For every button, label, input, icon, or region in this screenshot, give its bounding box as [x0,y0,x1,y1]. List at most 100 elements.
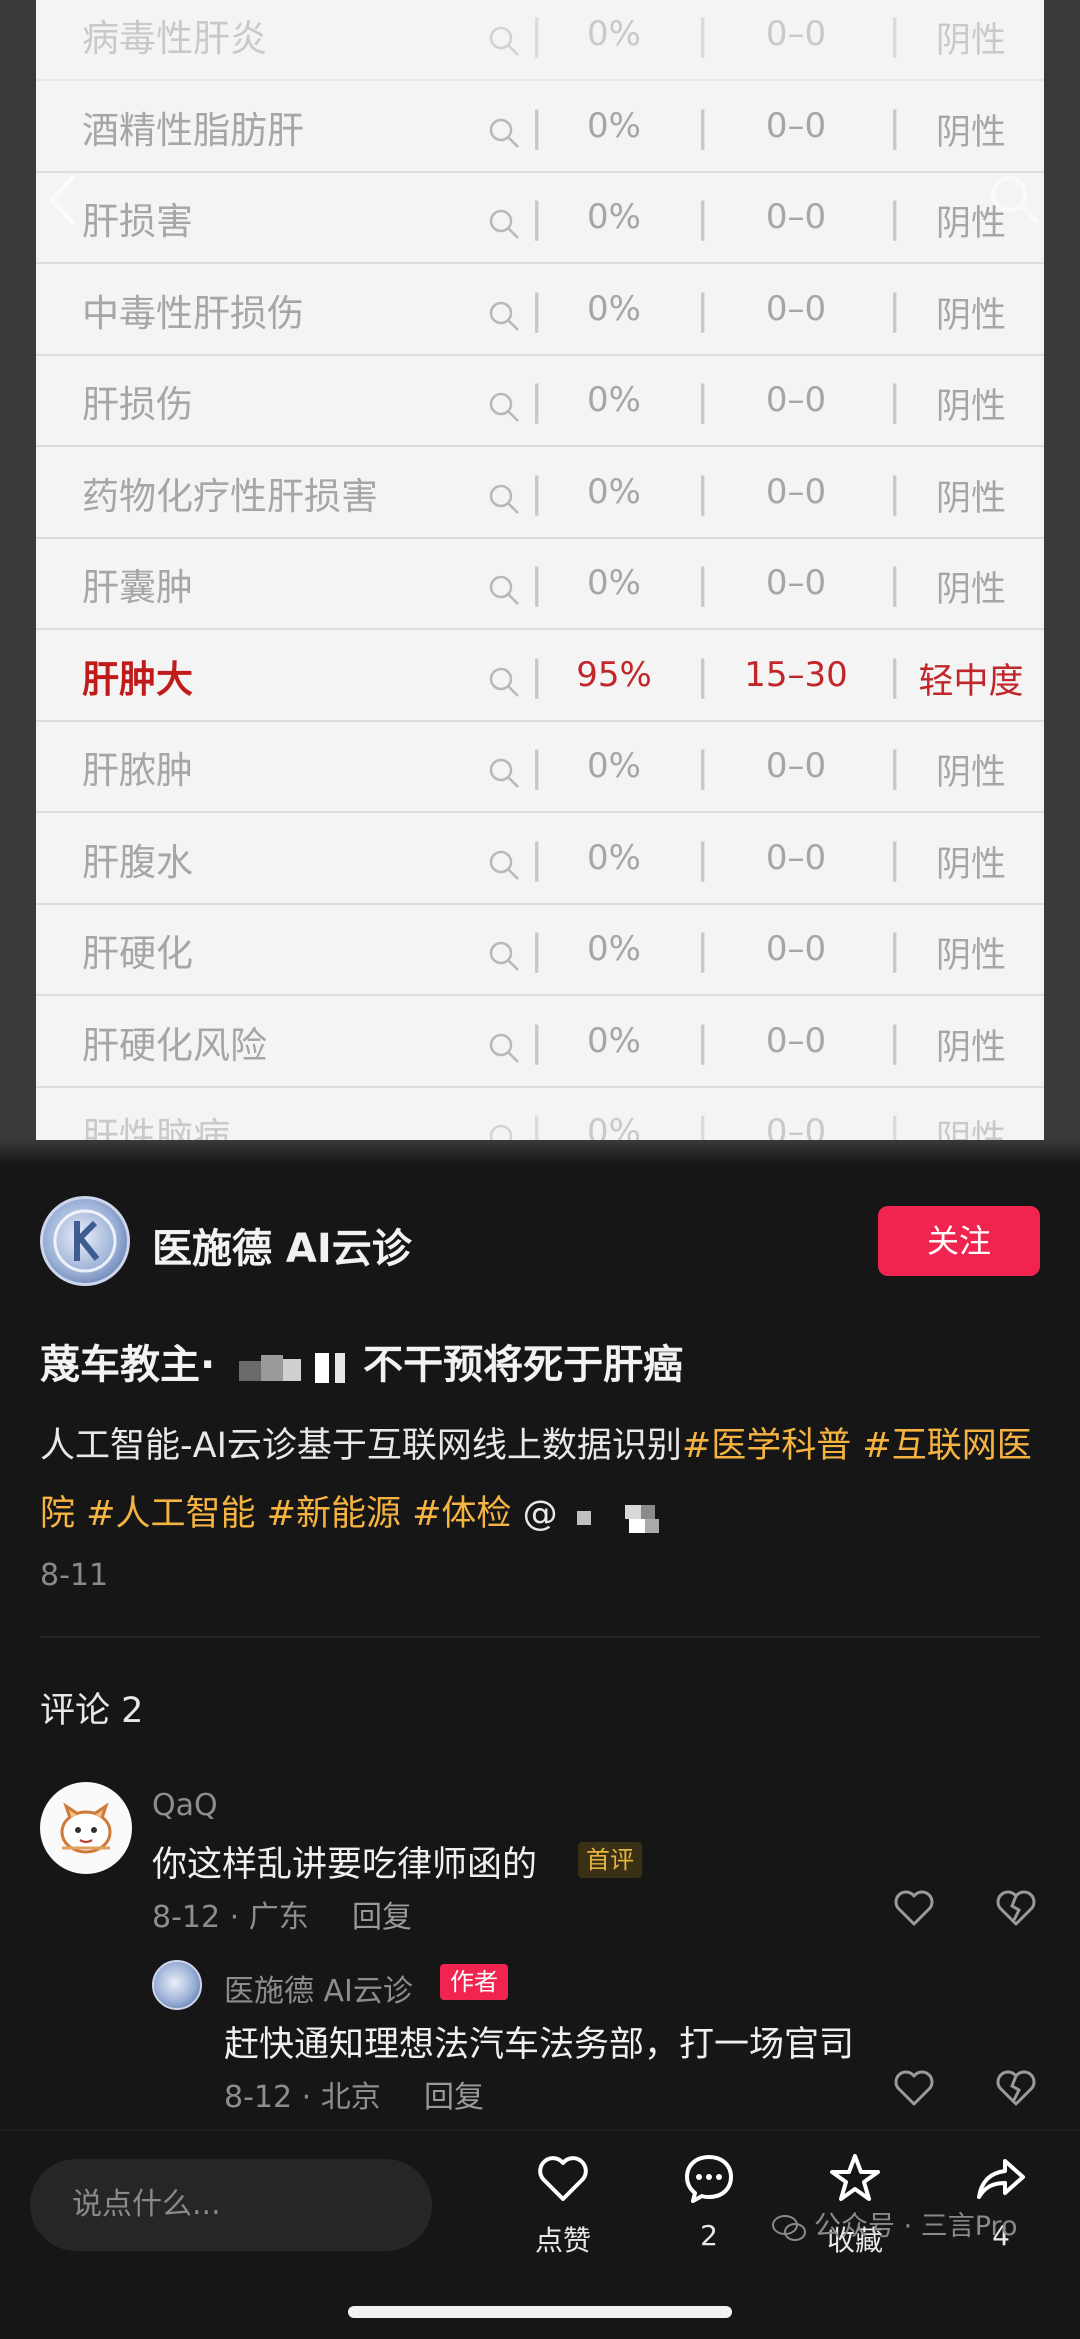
condition-name: 肝硬化风险 [82,1023,267,1067]
screening-row: 肝硬化 | 0% | 0–0 | 阴性 [36,905,1044,996]
range-value: 0–0 [765,105,827,146]
post-title-prefix: 蔑车教主· [40,1342,216,1388]
condition-name: 药物化疗性肝损害 [82,474,378,518]
condition-name: 病毒性肝炎 [82,17,267,60]
column-separator: | [888,927,902,973]
commenter-avatar[interactable] [40,1782,132,1874]
reply-button[interactable]: 回复 [352,1892,412,1936]
search-icon[interactable] [486,572,522,608]
probability-value: 0% [587,563,641,603]
column-separator: | [888,561,902,607]
column-separator: | [696,378,710,424]
condition-name: 肝硬化 [82,932,193,975]
screening-row: 肝囊肿 | 0% | 0–0 | 阴性 [36,539,1044,630]
range-value: 0–0 [765,1020,827,1061]
result-value: 阴性 [935,570,1006,610]
watermark: 公众号 · 三言Pro [772,2204,1018,2243]
hashtag[interactable]: #新能源 [267,1494,401,1534]
condition-name: 肝肿大 [82,657,193,701]
heart-icon[interactable] [892,1886,936,1930]
screening-row: 肝肿大 | 95% | 15–30 | 轻中度 [36,631,1044,722]
zoom-icon[interactable] [985,170,1041,226]
comment-text: 你这样乱讲要吃律师函的 [152,1845,538,1885]
column-separator: | [888,1018,902,1065]
screening-row: 肝损伤 | 0% | 0–0 | 阴性 [36,356,1044,447]
probability-value: 0% [587,929,641,969]
result-value: 阴性 [935,21,1006,61]
hashtag[interactable]: #医学科普 [682,1426,851,1466]
screening-row: 药物化疗性肝损害 | 0% | 0–0 | 阴性 [36,448,1044,539]
result-value: 阴性 [935,844,1006,885]
search-icon[interactable] [486,389,522,425]
broken-heart-icon[interactable] [994,2066,1038,2110]
screening-row: 肝脓肿 | 0% | 0–0 | 阴性 [36,722,1044,813]
author-badge: 作者 [440,1964,508,2000]
result-value: 阴性 [935,387,1006,427]
condition-name: 肝损伤 [82,383,193,426]
search-icon[interactable] [486,481,522,517]
condition-name: 肝损害 [82,200,193,243]
author-name[interactable]: 医施德 AI云诊 [152,1216,412,1274]
comment-input[interactable]: 说点什么... [30,2159,432,2251]
comment-button[interactable]: 2 [654,2151,764,2252]
column-separator: | [696,12,710,58]
column-separator: | [530,744,544,790]
hashtag[interactable]: #人工智能 [86,1494,255,1534]
comment-username[interactable]: QaQ [152,1788,218,1823]
condition-name: 肝脓肿 [82,749,193,792]
column-separator: | [888,195,902,241]
like-button[interactable]: 点赞 [508,2151,618,2259]
mention-symbol[interactable]: @ [523,1494,558,1534]
column-separator: | [696,927,710,973]
watermark-text: 公众号 · 三言Pro [814,2211,1018,2242]
column-separator: | [888,652,902,699]
search-icon[interactable] [486,938,522,974]
cartoon-avatar-icon [60,1802,112,1854]
search-icon[interactable] [486,115,522,151]
range-value: 15–30 [744,654,848,695]
probability-value: 0% [587,105,641,146]
hashtag[interactable]: #体检 [412,1494,511,1534]
result-value: 阴性 [935,936,1006,976]
search-icon[interactable] [486,664,522,700]
probability-value: 0% [587,288,641,329]
search-icon[interactable] [486,298,522,334]
column-separator: | [530,1018,544,1065]
follow-button[interactable]: 关注 [878,1206,1040,1276]
result-value: 阴性 [935,112,1006,153]
comments-heading: 评论 2 [40,1691,144,1731]
column-separator: | [530,652,544,699]
broken-heart-icon[interactable] [994,1886,1038,1930]
search-icon[interactable] [486,755,522,791]
comment-username[interactable]: 医施德 AI云诊 [224,1966,413,2010]
reply-button[interactable]: 回复 [424,2072,484,2116]
search-icon[interactable] [486,23,522,59]
column-separator: | [888,12,902,58]
search-icon[interactable] [486,1030,522,1066]
post-body-text: 人工智能-AI云诊基于互联网线上数据识别 [40,1426,682,1466]
column-separator: | [696,835,710,882]
column-separator: | [696,652,710,699]
screening-row: 肝腹水 | 0% | 0–0 | 阴性 [36,814,1044,905]
author-reply-avatar[interactable] [152,1960,202,2010]
probability-value: 0% [587,746,641,786]
author-avatar[interactable] [40,1196,130,1286]
column-separator: | [696,103,710,150]
post-title-suffix: 不干预将死于肝癌 [363,1342,684,1388]
column-separator: | [530,195,544,241]
search-icon[interactable] [486,206,522,242]
search-icon[interactable] [486,847,522,883]
post-image[interactable]: 病毒性肝炎 | 0% | 0–0 | 阴性 酒精性脂肪肝 | 0% | 0–0 | 阴性 肝损害 | 0% | 0–… [0,0,1080,1160]
heart-icon[interactable] [892,2066,936,2110]
column-separator: | [696,1018,710,1065]
comment-count: 2 [700,2219,718,2252]
chevron-left-icon[interactable] [44,170,80,230]
condition-name: 肝腹水 [82,840,193,884]
range-value: 0–0 [765,746,827,786]
avatar-logo-icon [53,1209,117,1273]
home-indicator[interactable] [348,2306,732,2318]
column-separator: | [696,195,710,241]
column-separator: | [530,927,544,973]
result-value: 阴性 [935,753,1006,793]
range-value: 0–0 [765,563,827,603]
